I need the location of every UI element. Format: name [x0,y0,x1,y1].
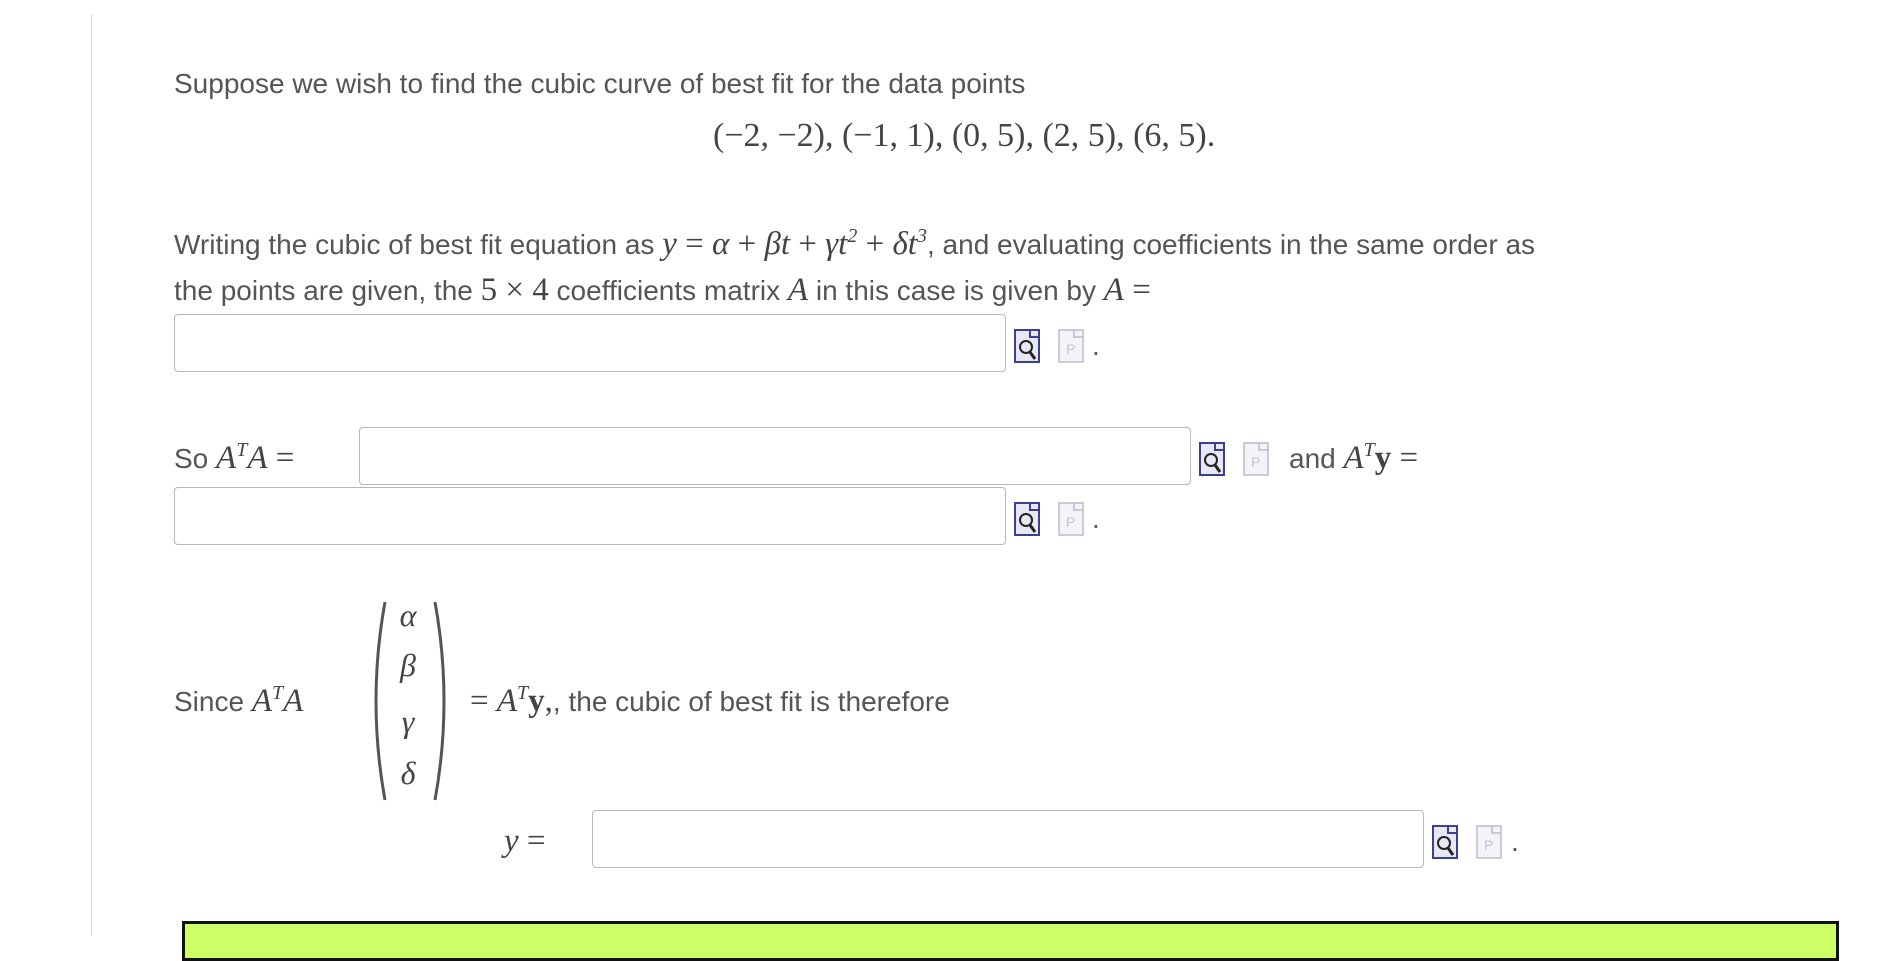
preview-icon[interactable] [1014,329,1040,363]
since-suffix: , the cubic of best fit is therefore [552,686,950,717]
so-label: So [174,443,209,474]
vector-entry-delta: δ [400,755,416,791]
vector-entry-gamma: γ [401,703,415,739]
ata-input[interactable] [359,427,1191,485]
feedback-box [182,921,1839,961]
matrix-description: the points are given, the 5 × 4 coeffici… [174,272,1151,308]
desc-part2: coefficients matrix [548,275,788,306]
y-equals-label: y = [504,823,546,859]
vector-entry-alpha: α [399,597,417,633]
svg-text:P: P [1484,837,1493,853]
since-label: Since [174,686,245,717]
paste-icon[interactable]: P [1476,825,1502,859]
desc-part3: in this case is given by [808,275,1104,306]
preview-icon[interactable] [1014,502,1040,536]
intro-text: Suppose we wish to find the cubic curve … [174,68,1026,99]
since-label-line: Since ATA [174,682,304,719]
since-suffix-line: = ATy,, the cubic of best fit is therefo… [470,682,950,719]
writing-line: Writing the cubic of best fit equation a… [174,225,1536,262]
preview-icon[interactable] [1432,825,1458,859]
svg-text:P: P [1066,514,1075,530]
so-label-line: So ATA = [174,439,295,476]
writing-suffix: , and evaluating coefficients in the sam… [926,229,1536,260]
svg-text:P: P [1066,341,1075,357]
period: . [1092,503,1100,534]
left-divider [91,14,92,936]
desc-part1: the points are given, the [174,275,481,306]
y-fit-input[interactable] [592,810,1424,868]
vector-entry-beta: β [400,647,416,683]
preview-icon[interactable] [1199,442,1225,476]
aty-input[interactable] [174,487,1006,545]
coefficient-vector: α β γ δ [363,595,453,805]
paste-icon[interactable]: P [1058,329,1084,363]
and-label: and [1289,443,1336,474]
paste-icon[interactable]: P [1058,502,1084,536]
and-label-line: and ATy = [1289,439,1419,476]
svg-text:P: P [1251,454,1260,470]
matrix-a-input[interactable] [174,314,1006,372]
period: . [1511,826,1519,857]
writing-prefix: Writing the cubic of best fit equation a… [174,229,663,260]
data-points: (−2, −2), (−1, 1), (0, 5), (2, 5), (6, 5… [713,117,1216,154]
paste-icon[interactable]: P [1243,442,1269,476]
period: . [1092,330,1100,361]
